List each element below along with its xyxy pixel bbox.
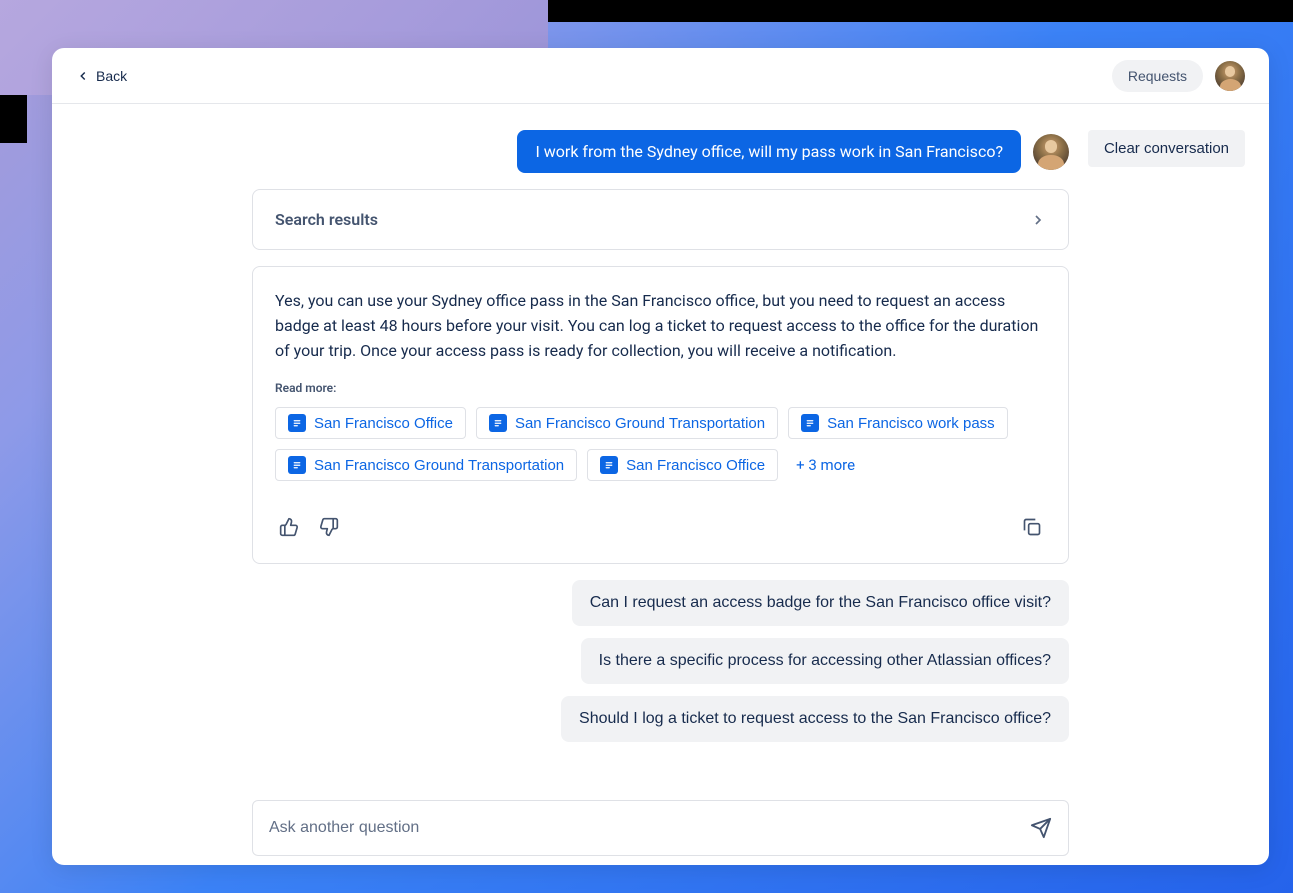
source-chips: San Francisco Office San Francisco Groun… [275,407,1046,481]
thumbs-up-icon [279,517,299,537]
back-label: Back [96,68,127,84]
answer-actions [275,513,1046,541]
thumbs-group [275,513,343,541]
document-icon [489,414,507,432]
search-results-card[interactable]: Search results [252,189,1069,250]
document-icon [801,414,819,432]
answer-card: Yes, you can use your Sydney office pass… [252,266,1069,564]
suggestion-chip[interactable]: Can I request an access badge for the Sa… [572,580,1069,626]
document-icon [288,456,306,474]
source-chip-label: San Francisco Ground Transportation [515,415,765,432]
source-chip-label: San Francisco Office [626,457,765,474]
document-icon [600,456,618,474]
header-right: Requests [1112,60,1245,92]
source-chip[interactable]: San Francisco Office [587,449,778,481]
document-icon [288,414,306,432]
chevron-left-icon [76,69,90,83]
question-input[interactable] [269,819,1018,837]
read-more-label: Read more: [275,381,1046,395]
thumbs-down-icon [319,517,339,537]
user-message-row: I work from the Sydney office, will my p… [252,130,1069,173]
source-chip[interactable]: San Francisco Ground Transportation [275,449,577,481]
header: Back Requests [52,48,1269,104]
question-input-row [252,800,1069,856]
suggestion-chip[interactable]: Is there a specific process for accessin… [581,638,1069,684]
source-chip-label: San Francisco Office [314,415,453,432]
chat-column: I work from the Sydney office, will my p… [252,130,1069,865]
answer-text: Yes, you can use your Sydney office pass… [275,289,1046,363]
thumbs-up-button[interactable] [275,513,303,541]
source-chip[interactable]: San Francisco Office [275,407,466,439]
suggestion-chip[interactable]: Should I log a ticket to request access … [561,696,1069,742]
copy-button[interactable] [1018,513,1046,541]
more-sources-link[interactable]: + 3 more [788,449,863,481]
user-message-bubble: I work from the Sydney office, will my p… [517,130,1021,173]
search-results-label: Search results [275,210,378,229]
top-black-bar [548,0,1293,22]
clear-conversation-button[interactable]: Clear conversation [1088,130,1245,167]
requests-button[interactable]: Requests [1112,60,1203,92]
suggestions-column: Can I request an access badge for the Sa… [252,580,1069,742]
user-avatar-inline [1033,134,1069,170]
source-chip-label: San Francisco Ground Transportation [314,457,564,474]
chevron-right-icon [1030,212,1046,228]
main-panel: Back Requests Clear conversation I work … [52,48,1269,865]
thumbs-down-button[interactable] [315,513,343,541]
content-area: Clear conversation I work from the Sydne… [52,104,1269,865]
send-icon [1030,817,1052,839]
back-button[interactable]: Back [76,68,127,84]
send-button[interactable] [1030,817,1052,839]
source-chip[interactable]: San Francisco Ground Transportation [476,407,778,439]
user-avatar[interactable] [1215,61,1245,91]
left-black-strip [0,95,27,143]
source-chip[interactable]: San Francisco work pass [788,407,1008,439]
copy-icon [1022,517,1042,537]
source-chip-label: San Francisco work pass [827,415,995,432]
